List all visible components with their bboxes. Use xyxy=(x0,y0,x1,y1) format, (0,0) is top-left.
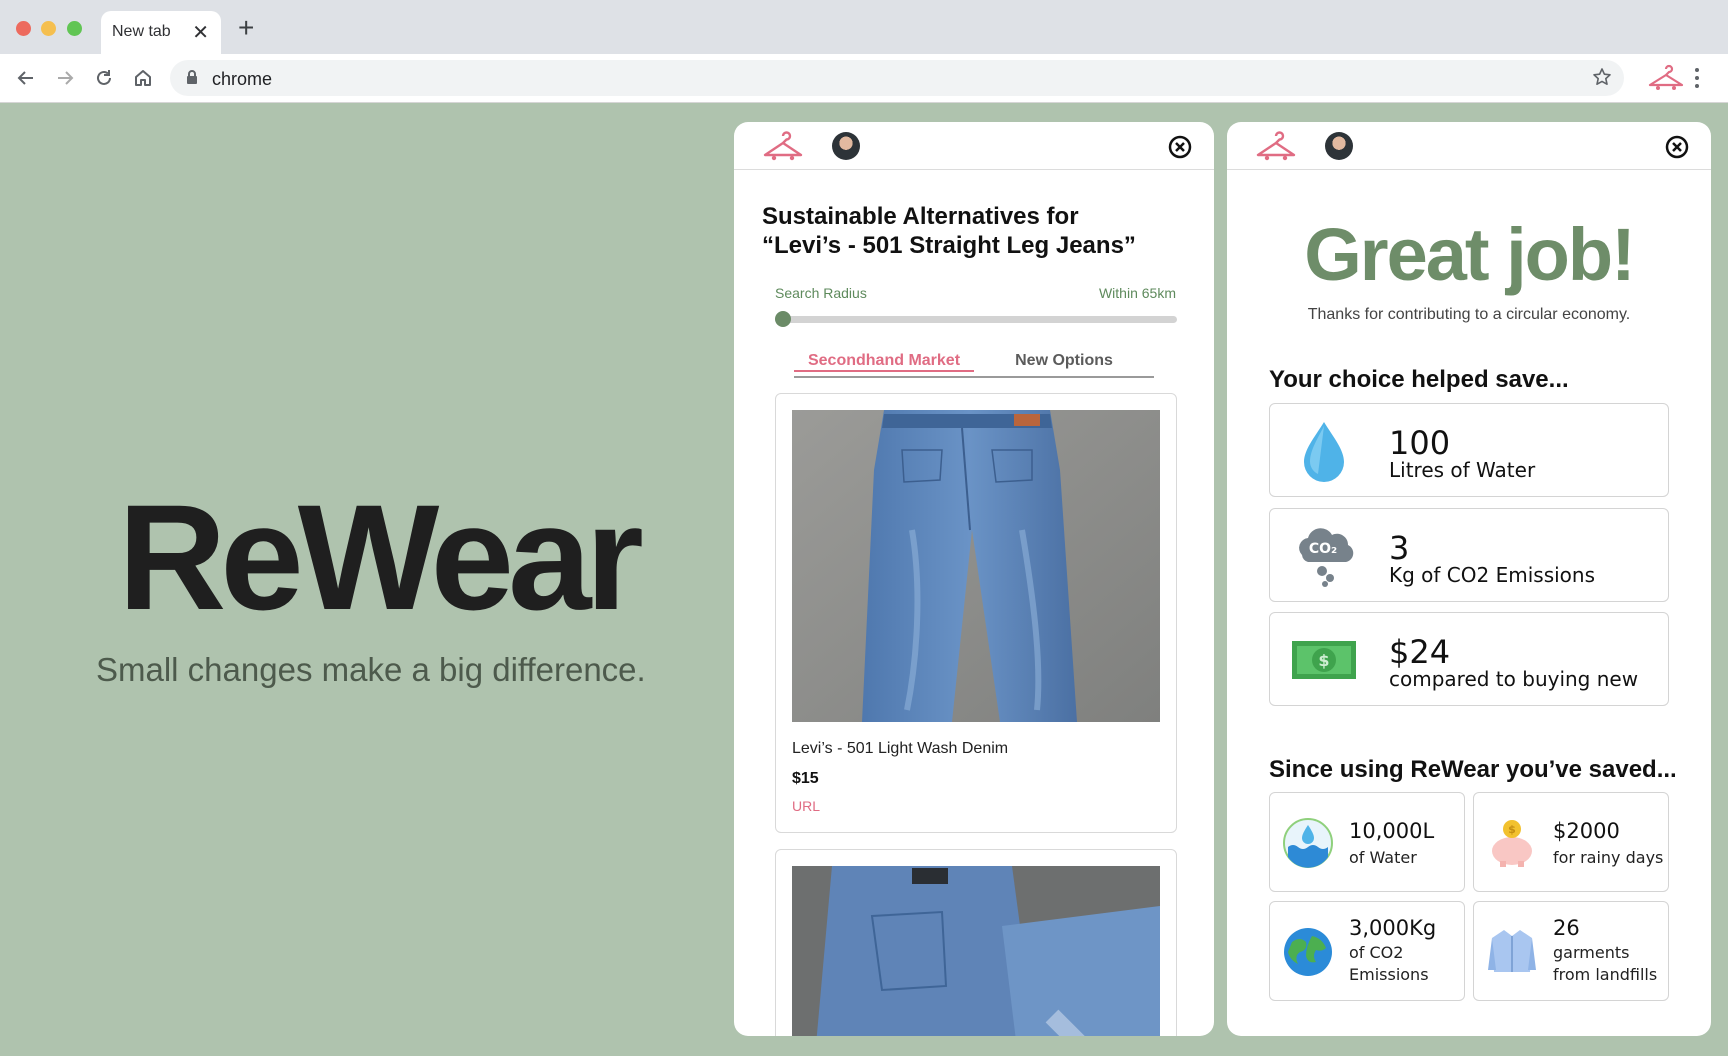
listing-card[interactable] xyxy=(775,849,1177,1036)
forward-button[interactable] xyxy=(51,64,79,92)
tab-secondhand-market[interactable]: Secondhand Market xyxy=(794,352,974,372)
alternatives-title: Sustainable Alternatives for “Levi’s - 5… xyxy=(762,202,1192,260)
total-label: of CO2 Emissions xyxy=(1349,943,1429,984)
home-icon xyxy=(135,70,151,86)
great-job-heading: Great job! xyxy=(1304,213,1635,296)
listing-photo xyxy=(792,866,1160,1036)
svg-text:CO₂: CO₂ xyxy=(1309,541,1337,557)
piggy-bank-icon: $ xyxy=(1492,820,1532,867)
rewear-extension-icon[interactable] xyxy=(1646,64,1686,92)
reload-button[interactable] xyxy=(90,64,118,92)
water-wave-icon xyxy=(1283,818,1333,868)
tab-new-options[interactable]: New Options xyxy=(974,352,1154,370)
total-stat-card: 10,000L of Water xyxy=(1269,792,1465,892)
total-stat-card: $ $2000 for rainy days xyxy=(1473,792,1669,892)
jeans-image xyxy=(792,410,1160,722)
close-icon[interactable] xyxy=(1665,135,1689,159)
stat-label: Kg of CO2 Emissions xyxy=(1389,563,1595,587)
arrow-left-icon xyxy=(17,71,33,85)
menu-kebab-icon[interactable] xyxy=(1693,67,1701,89)
choice-section-title: Your choice helped save... xyxy=(1269,366,1569,393)
total-label: garments from landfills xyxy=(1553,943,1658,984)
co2-cloud-icon: CO₂ xyxy=(1299,528,1354,587)
listing-price: $15 xyxy=(792,770,819,787)
stat-label: Litres of Water xyxy=(1389,458,1536,482)
tab-title: New tab xyxy=(112,23,171,40)
stat-value: 3 xyxy=(1389,529,1410,567)
search-radius-value: Within 65km xyxy=(1098,285,1176,301)
market-tabs: Secondhand Market New Options xyxy=(794,352,1154,378)
home-button[interactable] xyxy=(129,64,157,92)
maximize-window-button[interactable] xyxy=(67,21,82,36)
svg-text:$: $ xyxy=(1318,651,1329,670)
thanks-subheading: Thanks for contributing to a circular ec… xyxy=(1307,306,1631,323)
panel-header xyxy=(1227,122,1711,170)
new-tab-button[interactable]: + xyxy=(238,14,254,42)
total-label: for rainy days xyxy=(1553,848,1664,867)
browser-tab[interactable]: New tab ✕ xyxy=(101,11,221,54)
avatar[interactable] xyxy=(1325,132,1353,160)
browser-toolbar: chrome xyxy=(0,54,1728,103)
listing-photo xyxy=(792,410,1160,722)
water-drop-icon xyxy=(1304,422,1344,482)
jeans-image xyxy=(792,866,1160,1036)
totals-section-title: Since using ReWear you’ve saved... xyxy=(1269,756,1677,783)
choice-stat-card: CO₂ 3 Kg of CO2 Emissions xyxy=(1269,508,1669,602)
back-button[interactable] xyxy=(12,64,40,92)
listing-name: Levi’s - 501 Light Wash Denim xyxy=(792,740,1009,757)
bookmark-star-icon[interactable] xyxy=(1592,67,1612,87)
close-icon[interactable] xyxy=(1168,135,1192,159)
total-label: of Water xyxy=(1349,848,1417,867)
minimize-window-button[interactable] xyxy=(41,21,56,36)
shirt-icon xyxy=(1488,930,1536,972)
total-value: 26 xyxy=(1553,916,1580,940)
close-tab-icon[interactable]: ✕ xyxy=(192,20,209,45)
brand-title: ReWear xyxy=(118,473,644,641)
stat-value: $24 xyxy=(1389,633,1451,671)
stat-value: 100 xyxy=(1389,424,1451,462)
alternatives-title-line1: Sustainable Alternatives for xyxy=(762,203,1079,230)
lock-icon xyxy=(187,70,197,84)
choice-stat-card: $ $24 compared to buying new xyxy=(1269,612,1669,706)
address-bar[interactable]: chrome xyxy=(170,60,1624,96)
slider-handle[interactable] xyxy=(775,311,791,327)
total-value: $2000 xyxy=(1553,819,1620,843)
address-text: chrome xyxy=(212,69,273,89)
arrow-right-icon xyxy=(58,71,74,85)
panel-header xyxy=(734,122,1214,170)
listing-card[interactable]: Levi’s - 501 Light Wash Denim $15 URL xyxy=(775,393,1177,833)
close-window-button[interactable] xyxy=(16,21,31,36)
choice-stat-card: 100 Litres of Water xyxy=(1269,403,1669,497)
earth-icon xyxy=(1284,928,1332,976)
total-value: 3,000Kg xyxy=(1349,916,1437,940)
brand-tagline: Small changes make a big difference. xyxy=(96,651,646,688)
svg-text:$: $ xyxy=(1508,823,1516,836)
alternatives-panel: Sustainable Alternatives for “Levi’s - 5… xyxy=(734,122,1214,1036)
alternatives-title-line2: “Levi’s - 501 Straight Leg Jeans” xyxy=(762,232,1136,259)
money-icon: $ xyxy=(1292,641,1356,679)
impact-panel: Great job! Thanks for contributing to a … xyxy=(1227,122,1711,1036)
listing-url-link[interactable]: URL xyxy=(792,798,820,814)
search-radius-label: Search Radius xyxy=(775,285,867,301)
browser-tab-bar: New tab ✕ + xyxy=(0,0,1728,54)
search-radius-slider[interactable] xyxy=(775,311,1177,327)
hanger-logo-icon xyxy=(763,131,803,161)
total-stat-card: 3,000Kg of CO2 Emissions xyxy=(1269,901,1465,1001)
stat-label: compared to buying new xyxy=(1389,667,1639,691)
avatar[interactable] xyxy=(832,132,860,160)
reload-icon xyxy=(97,70,111,85)
total-stat-card: 26 garments from landfills xyxy=(1473,901,1669,1001)
total-value: 10,000L xyxy=(1349,819,1435,843)
hanger-logo-icon xyxy=(1256,131,1296,161)
